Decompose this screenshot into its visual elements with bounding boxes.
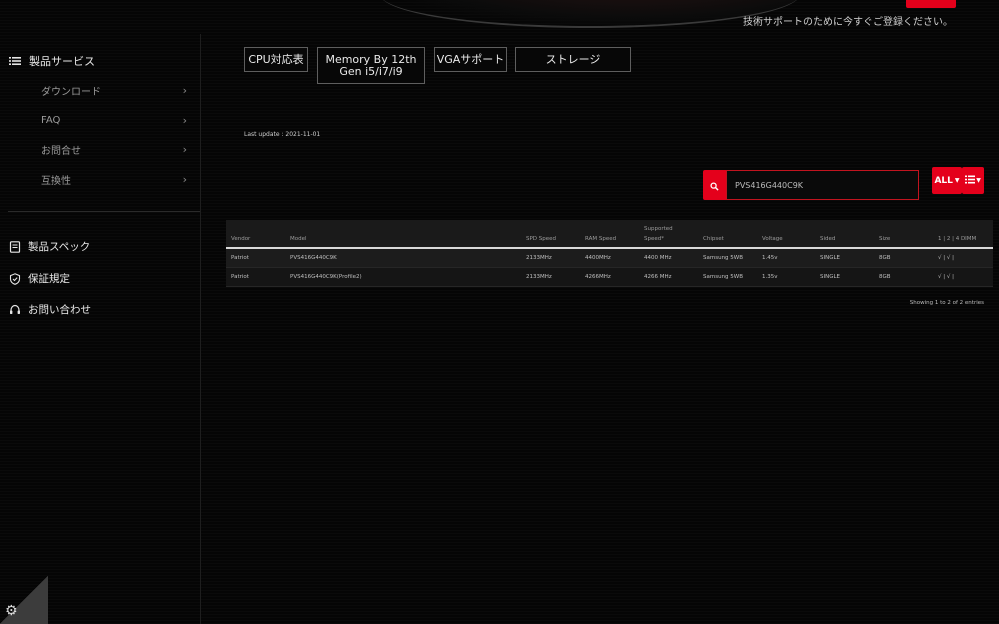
- column-header-spd-speed[interactable]: SPD Speed: [526, 236, 556, 243]
- sidebar-item-faq[interactable]: FAQ ›: [41, 113, 187, 127]
- caret-down-icon: ▼: [954, 177, 960, 184]
- cell-vendor: Patriot: [231, 274, 249, 280]
- chevron-right-icon: ›: [182, 172, 187, 186]
- column-header-ram-speed[interactable]: RAM Speed: [585, 236, 616, 243]
- cell-size: 8GB: [879, 255, 891, 261]
- sidebar-section-product-service[interactable]: 製品サービス: [9, 53, 95, 69]
- sidebar-item-label: ダウンロード: [41, 86, 101, 98]
- tab-vga-support[interactable]: VGAサポート: [434, 47, 507, 72]
- sidebar-item-contact[interactable]: お問合せ ›: [41, 142, 187, 157]
- cell-dimm: √ | √ |: [938, 274, 954, 280]
- column-header-size[interactable]: Size: [879, 236, 890, 243]
- cell-spd-speed: 2133MHz: [526, 274, 552, 280]
- chevron-right-icon: ›: [182, 113, 187, 127]
- search-input[interactable]: [726, 170, 919, 200]
- memory-compatibility-table: Vendor Model SPD Speed RAM Speed Support…: [226, 220, 993, 287]
- column-header-voltage[interactable]: Voltage: [762, 236, 783, 243]
- chevron-right-icon: ›: [182, 142, 187, 156]
- list-icon: [965, 175, 976, 187]
- tab-label-line2: Gen i5/i7/i9: [339, 64, 403, 78]
- cell-model: PVS416G440C9K(Profile2): [290, 274, 362, 280]
- sidebar-link-label: 保証規定: [28, 273, 70, 285]
- column-visibility-dropdown[interactable]: ▼: [962, 167, 984, 194]
- column-header-chipset[interactable]: Chipset: [703, 236, 724, 243]
- cell-ram-speed: 4400MHz: [585, 255, 611, 261]
- column-header-dimm[interactable]: 1 | 2 | 4 DIMM: [938, 236, 976, 243]
- banner-swoosh: [380, 0, 800, 28]
- sidebar-section-title: 製品サービス: [29, 55, 95, 68]
- tab-cpu-support[interactable]: CPU対応表: [244, 47, 308, 72]
- top-banner: 技術サポートのために今すぐご登録ください。: [0, 0, 999, 34]
- column-header-supported-line2: Speed*: [644, 236, 664, 242]
- cell-chipset: Samsung 5WB: [703, 255, 744, 261]
- list-icon: [9, 55, 21, 67]
- cell-sided: SINGLE: [820, 255, 841, 261]
- cell-spd-speed: 2133MHz: [526, 255, 552, 261]
- sidebar-link-product-spec[interactable]: 製品スペック: [9, 239, 90, 254]
- sidebar-divider: [8, 211, 200, 212]
- register-message[interactable]: 技術サポートのために今すぐご登録ください。: [743, 13, 953, 28]
- tab-label-line1: Memory By 12th: [325, 52, 417, 66]
- sidebar-item-label: お問合せ: [41, 145, 81, 157]
- headset-icon: [9, 304, 21, 316]
- table-row: Patriot PVS416G440C9K 2133MHz 4400MHz 44…: [226, 249, 993, 268]
- tab-label: ストレージ: [545, 52, 601, 66]
- chevron-right-icon: ›: [182, 83, 187, 97]
- sidebar: 製品サービス ダウンロード › FAQ › お問合せ › 互換性 › 製品スペッ…: [0, 34, 201, 624]
- sidebar-item-compatibility[interactable]: 互換性 ›: [41, 172, 187, 187]
- last-update: Last update : 2021-11-01: [244, 131, 321, 138]
- filter-all-dropdown[interactable]: ALL ▼: [932, 167, 962, 194]
- sidebar-link-warranty[interactable]: 保証規定: [9, 271, 70, 286]
- column-header-supported-line1: Supported: [644, 226, 673, 232]
- tab-memory[interactable]: Memory By 12th Gen i5/i7/i9: [317, 47, 425, 84]
- caret-down-icon: ▼: [976, 177, 981, 184]
- sidebar-item-download[interactable]: ダウンロード ›: [41, 83, 187, 98]
- cell-supported-speed: 4266 MHz: [644, 274, 672, 280]
- sidebar-link-inquiry[interactable]: お問い合わせ: [9, 302, 91, 317]
- shield-icon: [9, 272, 21, 285]
- column-header-model[interactable]: Model: [290, 236, 307, 243]
- sidebar-link-label: お問い合わせ: [28, 304, 91, 316]
- sidebar-link-label: 製品スペック: [28, 241, 91, 253]
- tab-storage[interactable]: ストレージ: [515, 47, 631, 72]
- cell-dimm: √ | √ |: [938, 255, 954, 261]
- search-button[interactable]: [703, 170, 726, 200]
- cell-voltage: 1.45v: [762, 255, 778, 261]
- table-header-row: Vendor Model SPD Speed RAM Speed Support…: [226, 220, 993, 249]
- document-icon: [9, 240, 21, 253]
- column-header-sided[interactable]: Sided: [820, 236, 835, 243]
- cell-vendor: Patriot: [231, 255, 249, 261]
- table-entries-info: Showing 1 to 2 of 2 entries: [909, 300, 984, 306]
- tab-label: VGAサポート: [436, 52, 505, 66]
- register-button[interactable]: [906, 0, 956, 8]
- cell-sided: SINGLE: [820, 274, 841, 280]
- cell-size: 8GB: [879, 274, 891, 280]
- cell-ram-speed: 4266MHz: [585, 274, 611, 280]
- sidebar-item-label: FAQ: [41, 114, 61, 126]
- search-icon: [710, 176, 719, 195]
- table-row: Patriot PVS416G440C9K(Profile2) 2133MHz …: [226, 268, 993, 287]
- cell-model: PVS416G440C9K: [290, 255, 337, 261]
- filter-all-label: ALL: [934, 175, 953, 186]
- sidebar-item-label: 互換性: [41, 175, 71, 187]
- cell-voltage: 1.35v: [762, 274, 778, 280]
- cell-chipset: Samsung 5WB: [703, 274, 744, 280]
- cell-supported-speed: 4400 MHz: [644, 255, 672, 261]
- column-header-vendor[interactable]: Vendor: [231, 236, 250, 243]
- column-header-supported-speed[interactable]: Supported Speed*: [644, 226, 673, 243]
- gear-icon[interactable]: ⚙: [5, 603, 21, 619]
- tab-label: CPU対応表: [248, 52, 304, 66]
